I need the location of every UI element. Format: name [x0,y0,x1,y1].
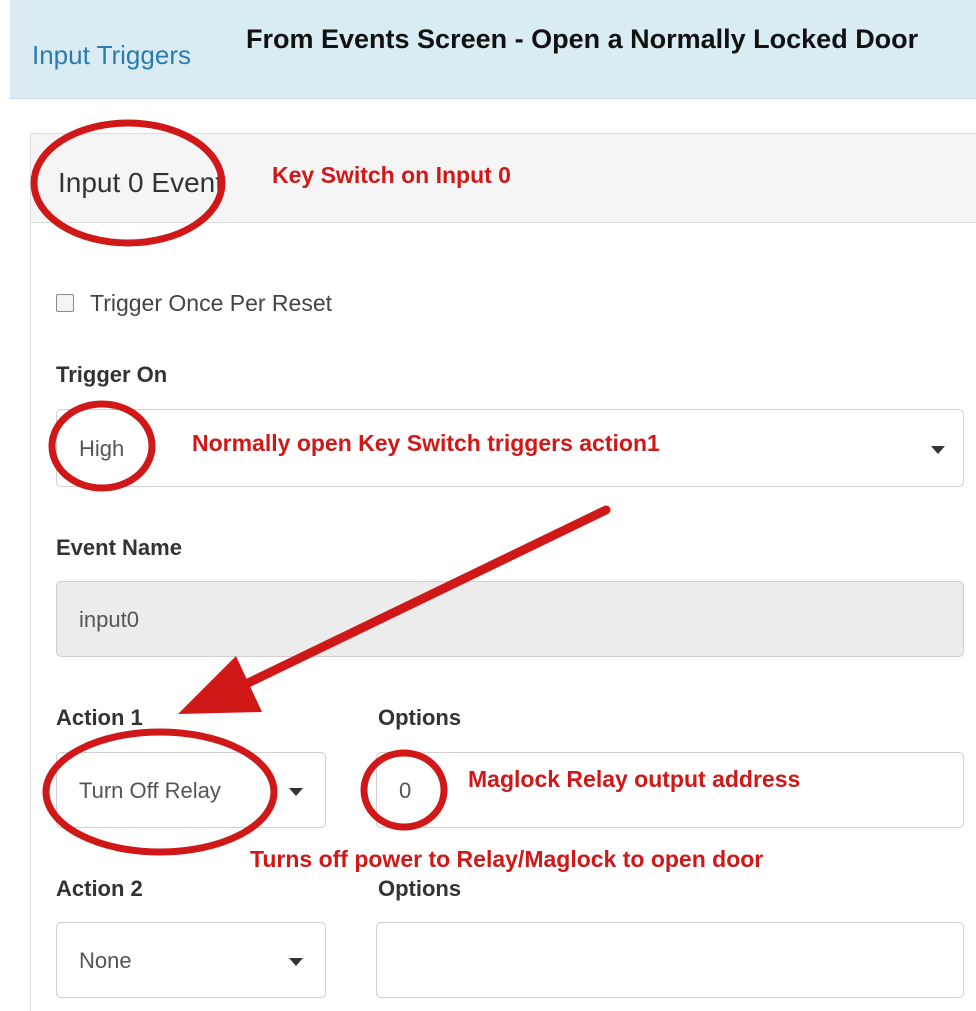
trigger-on-label: Trigger On [56,362,168,387]
options2-label: Options [378,876,462,901]
panel-title: Input 0 Event [58,167,224,198]
action2-value: None [79,948,132,973]
trigger-once-label: Trigger Once Per Reset [90,290,333,316]
action2-select[interactable]: None [56,922,326,998]
page-title: Input Triggers [32,40,191,70]
options2-input[interactable] [376,922,964,998]
action1-value: Turn Off Relay [79,778,221,803]
screenshot-caption: From Events Screen - Open a Normally Loc… [246,24,919,54]
annotation-trigger-on: Normally open Key Switch triggers action… [192,430,660,456]
action1-select[interactable]: Turn Off Relay [56,752,326,828]
action1-label: Action 1 [56,705,143,730]
trigger-on-value: High [79,436,125,461]
event-name-label: Event Name [56,535,182,560]
event-name-value: input0 [79,607,139,632]
annotation-options1: Maglock Relay output address [468,766,801,792]
action2-label: Action 2 [56,876,143,901]
trigger-once-checkbox[interactable] [56,294,74,312]
event-panel: Input 0 Event [30,133,976,1011]
caret-down-icon [931,446,945,454]
annotation-key-switch: Key Switch on Input 0 [272,162,511,188]
event-name-input[interactable]: input0 [56,581,964,657]
annotation-action1: Turns off power to Relay/Maglock to open… [250,846,764,872]
options1-value: 0 [399,778,412,803]
page-header: Input Triggers From Events Screen - Open… [10,0,976,99]
caret-down-icon [289,958,303,966]
caret-down-icon [289,788,303,796]
options1-label: Options [378,705,462,730]
